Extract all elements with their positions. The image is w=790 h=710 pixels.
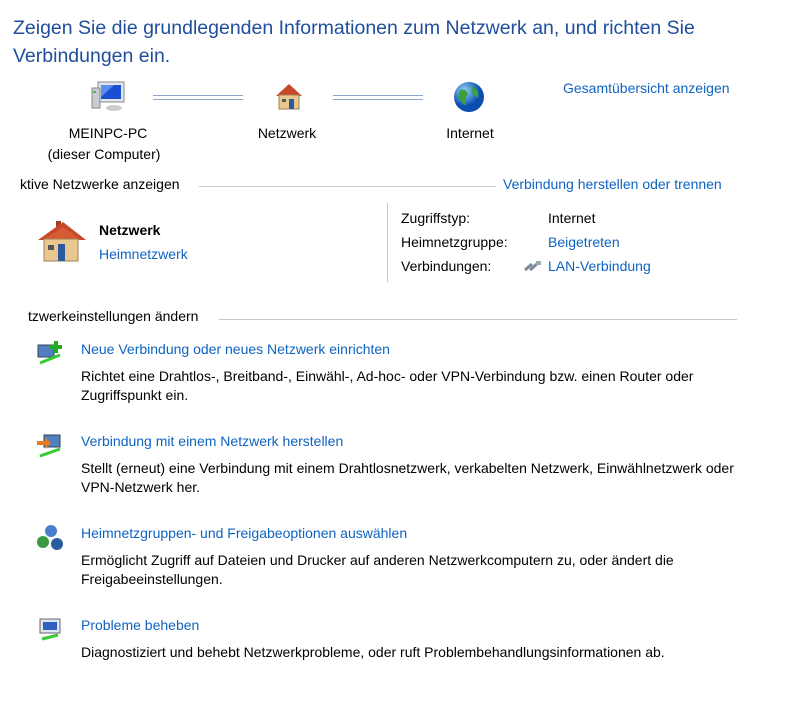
globe-icon[interactable] — [452, 80, 486, 114]
full-map-link[interactable]: Gesamtübersicht anzeigen — [563, 80, 730, 96]
task-link-connect[interactable]: Verbindung mit einem Netzwerk herstellen — [81, 433, 343, 449]
internet-label: Internet — [446, 125, 494, 141]
house-icon[interactable] — [272, 80, 306, 112]
change-settings-heading: tzwerkeinstellungen ändern — [28, 308, 199, 324]
computer-sub: (dieser Computer) — [47, 146, 161, 162]
computer-icon — [91, 81, 125, 111]
task-desc: Diagnostiziert und behebt Netzwerkproble… — [81, 644, 665, 660]
network-type-link[interactable]: Heimnetzwerk — [99, 246, 188, 262]
connection-line — [153, 95, 243, 100]
connect-network-icon — [37, 434, 61, 458]
ethernet-icon — [524, 261, 541, 272]
network-label: Netzwerk — [257, 125, 317, 141]
vertical-divider — [387, 203, 388, 282]
home-network-icon — [38, 221, 86, 262]
access-type-label: Zugriffstyp: — [401, 210, 470, 226]
network-name: Netzwerk — [99, 222, 161, 238]
task-link-homegroup[interactable]: Heimnetzgruppen- und Freigabeoptionen au… — [81, 525, 407, 541]
task-link-troubleshoot[interactable]: Probleme beheben — [81, 617, 199, 633]
task-desc: Stellt (erneut) eine Verbindung mit eine… — [81, 460, 734, 495]
task-desc: Richtet eine Drahtlos-, Breitband-, Einw… — [81, 368, 694, 403]
divider — [199, 186, 496, 187]
page-title-cont: Verbindungen ein. — [13, 45, 171, 67]
active-networks-heading: ktive Netzwerke anzeigen — [20, 176, 180, 192]
homegroup-link[interactable]: Beigetreten — [548, 234, 620, 250]
homegroup-icon — [37, 525, 63, 550]
new-connection-icon — [37, 341, 62, 365]
connection-line — [333, 95, 423, 100]
access-type-value: Internet — [548, 210, 596, 226]
task-link-new-connection[interactable]: Neue Verbindung oder neues Netzwerk einr… — [81, 341, 390, 357]
connections-label: Verbindungen: — [401, 258, 492, 274]
computer-name: MEINPC-PC — [68, 125, 148, 141]
homegroup-label: Heimnetzgruppe: — [401, 234, 508, 250]
page-title: Zeigen Sie die grundlegenden Information… — [13, 17, 695, 39]
connect-disconnect-link[interactable]: Verbindung herstellen oder trennen — [503, 176, 722, 192]
troubleshoot-icon — [39, 618, 61, 641]
divider — [219, 319, 737, 320]
task-desc: Ermöglicht Zugriff auf Dateien und Druck… — [81, 552, 674, 587]
lan-connection-link[interactable]: LAN-Verbindung — [548, 258, 651, 274]
